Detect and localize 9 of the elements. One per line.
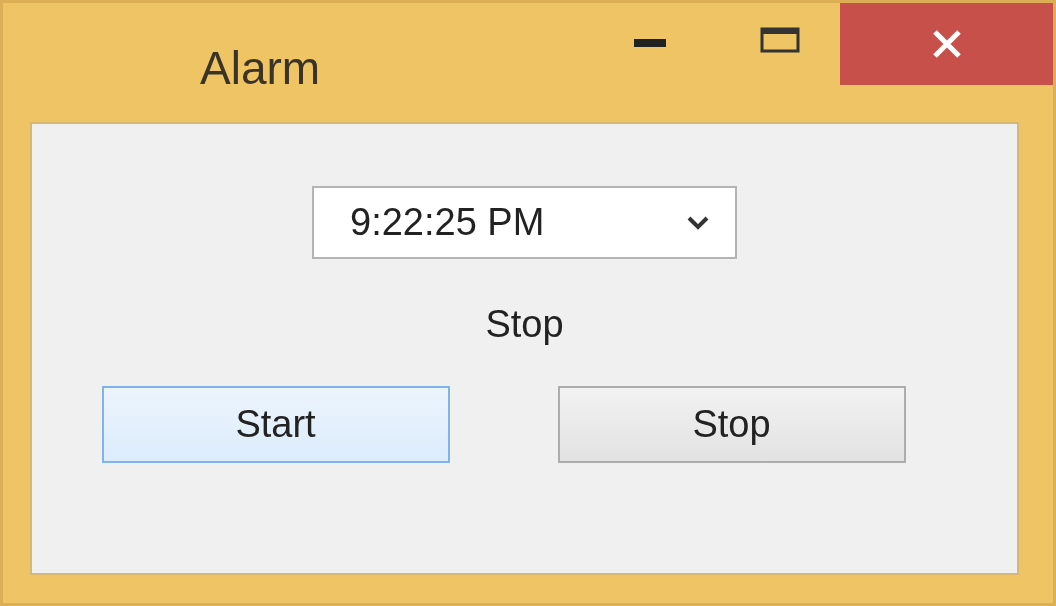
window-title: Alarm [200,41,322,95]
action-button[interactable]: Stop [557,386,906,463]
status-label: Stop [485,303,564,346]
time-picker[interactable]: 9:22:25 PM [312,186,737,259]
close-icon [931,29,962,59]
minimize-icon [634,39,666,47]
action-button[interactable]: Start [101,386,450,463]
maximize-icon [760,27,800,53]
chevron-down-icon [687,215,709,230]
